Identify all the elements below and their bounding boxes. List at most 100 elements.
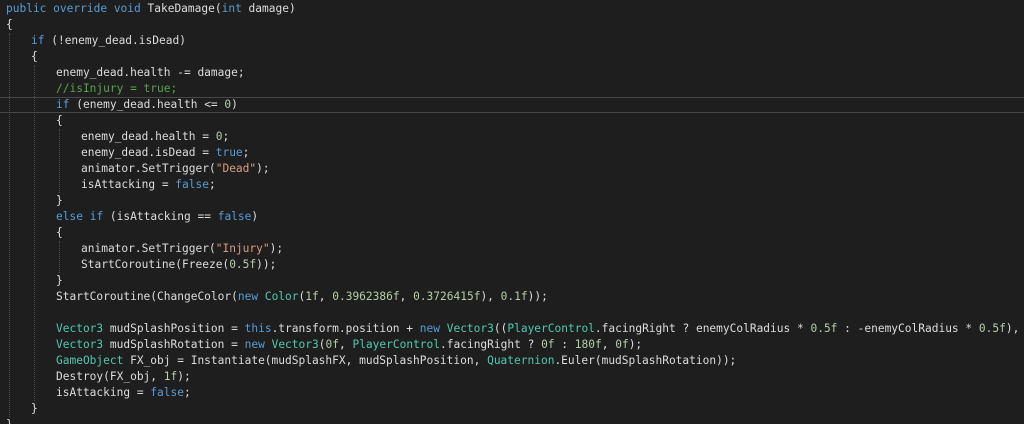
code-text: { xyxy=(56,113,63,129)
code-line[interactable]: { xyxy=(0,225,1024,241)
code-token: , xyxy=(338,338,353,351)
code-token: 0.3962386f xyxy=(332,290,400,303)
code-line[interactable] xyxy=(0,305,1024,321)
code-line[interactable]: if (!enemy_dead.isDead) xyxy=(0,33,1024,49)
code-line[interactable]: StartCoroutine(Freeze(0.5f)); xyxy=(0,257,1024,273)
code-text: Vector3 mudSplashPosition = this.transfo… xyxy=(56,321,1024,337)
code-token: (!enemy_dead.isDead) xyxy=(44,34,186,47)
code-token: true xyxy=(215,146,243,159)
code-line[interactable]: { xyxy=(0,49,1024,65)
code-token: { xyxy=(6,18,13,31)
code-text: } xyxy=(6,417,13,424)
code-text: animator.SetTrigger("Dead"); xyxy=(81,161,270,177)
code-line[interactable]: public override void TakeDamage(int dama… xyxy=(0,1,1024,17)
code-token: isAttacking = xyxy=(56,386,151,399)
code-token: Quaternion xyxy=(487,354,555,367)
code-token: false xyxy=(217,210,252,223)
code-token: ), xyxy=(480,290,501,303)
code-token: false xyxy=(175,178,209,191)
code-line[interactable]: enemy_dead.health -= damage; xyxy=(0,65,1024,81)
code-text: StartCoroutine(Freeze(0.5f)); xyxy=(81,257,276,273)
code-token: { xyxy=(31,50,38,63)
code-token: if xyxy=(31,34,45,47)
code-token: .transform.position + xyxy=(271,322,420,335)
code-text: enemy_dead.health -= damage; xyxy=(56,65,245,81)
code-token: , xyxy=(399,290,414,303)
code-token: Vector3 xyxy=(271,338,319,351)
code-token: .Euler(mudSplashRotation)); xyxy=(554,354,737,367)
code-token: void xyxy=(113,2,141,15)
code-line[interactable]: enemy_dead.health = 0; xyxy=(0,129,1024,145)
code-line[interactable]: else if (isAttacking == false) xyxy=(0,209,1024,225)
code-line[interactable]: animator.SetTrigger("Injury"); xyxy=(0,241,1024,257)
code-token: { xyxy=(56,226,63,239)
code-token: int xyxy=(221,2,242,15)
code-line[interactable]: { xyxy=(0,113,1024,129)
code-token: if xyxy=(56,98,70,111)
code-line[interactable]: { xyxy=(0,17,1024,33)
code-token: 0.5f xyxy=(810,322,838,335)
code-token: damage) xyxy=(241,2,296,15)
code-line[interactable]: animator.SetTrigger("Dead"); xyxy=(0,161,1024,177)
code-token: ) xyxy=(251,210,259,223)
code-token: Vector3 xyxy=(446,322,494,335)
code-line[interactable]: } xyxy=(0,193,1024,209)
code-line[interactable]: Vector3 mudSplashPosition = this.transfo… xyxy=(0,321,1024,337)
code-token: 0f xyxy=(541,338,555,351)
code-token: new xyxy=(419,322,440,335)
code-line[interactable]: } xyxy=(0,273,1024,289)
code-token: : -enemyColRadius * xyxy=(837,322,979,335)
code-editor[interactable]: public override void TakeDamage(int dama… xyxy=(0,0,1024,424)
code-line[interactable]: GameObject FX_obj = Instantiate(mudSplas… xyxy=(0,353,1024,369)
code-token: mudSplashPosition = xyxy=(103,322,245,335)
code-token: FX_obj = Instantiate(mudSplashFX, mudSpl… xyxy=(123,354,488,367)
code-token: 1f xyxy=(305,290,319,303)
code-text: } xyxy=(56,193,63,209)
code-line[interactable]: enemy_dead.isDead = true; xyxy=(0,145,1024,161)
code-text: public override void TakeDamage(int dama… xyxy=(6,1,296,17)
code-token: enemy_dead.isDead = xyxy=(81,146,216,159)
code-token: 180f xyxy=(574,338,602,351)
code-line[interactable]: isAttacking = false; xyxy=(0,177,1024,193)
code-text: { xyxy=(31,49,38,65)
code-token: StartCoroutine(Freeze( xyxy=(81,258,230,271)
code-text: isAttacking = false; xyxy=(56,385,191,401)
code-line[interactable]: } xyxy=(0,417,1024,424)
code-token: ); xyxy=(269,242,284,255)
code-text: } xyxy=(56,273,63,289)
code-token: Vector3 xyxy=(56,322,104,335)
code-token: 0.5f xyxy=(229,258,257,271)
code-token: , xyxy=(318,290,333,303)
code-token: 0.3726415f xyxy=(413,290,481,303)
code-token: if xyxy=(89,210,104,223)
code-line[interactable]: Destroy(FX_obj, 1f); xyxy=(0,369,1024,385)
code-line[interactable]: isAttacking = false; xyxy=(0,385,1024,401)
code-token: , xyxy=(601,338,616,351)
code-line[interactable]: if (enemy_dead.health <= 0) xyxy=(0,97,1024,113)
code-token: 0.5f xyxy=(978,322,1006,335)
code-line[interactable]: //isInjury = true; xyxy=(0,81,1024,97)
code-token: 0.1f xyxy=(500,290,528,303)
code-text: Vector3 mudSplashRotation = new Vector3(… xyxy=(56,337,642,353)
code-token: 0f xyxy=(615,338,629,351)
code-text: //isInjury = true; xyxy=(56,81,177,97)
code-token: new xyxy=(244,338,265,351)
code-token: PlayerControl xyxy=(507,322,595,335)
code-text: animator.SetTrigger("Injury"); xyxy=(81,241,283,257)
code-line[interactable]: StartCoroutine(ChangeColor(new Color(1f,… xyxy=(0,289,1024,305)
code-token: (( xyxy=(493,322,508,335)
code-token: this xyxy=(244,322,272,335)
code-text: else if (isAttacking == false) xyxy=(56,209,258,225)
code-token: : xyxy=(554,338,575,351)
code-token: enemy_dead.health -= damage; xyxy=(56,66,245,79)
code-token: mudSplashRotation = xyxy=(103,338,245,351)
code-token: Color xyxy=(264,290,299,303)
code-text: isAttacking = false; xyxy=(81,177,216,193)
code-line[interactable]: } xyxy=(0,401,1024,417)
code-text: Destroy(FX_obj, 1f); xyxy=(56,369,191,385)
code-token: } xyxy=(56,274,63,287)
code-line[interactable]: Vector3 mudSplashRotation = new Vector3(… xyxy=(0,337,1024,353)
